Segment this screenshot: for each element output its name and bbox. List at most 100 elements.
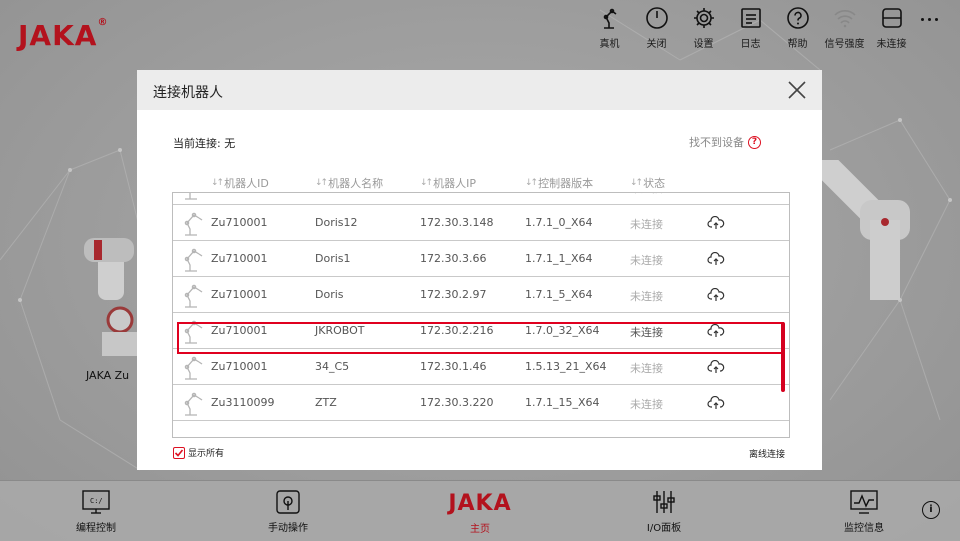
settings-button[interactable]: 设置 — [680, 6, 727, 50]
more-menu-icon[interactable] — [921, 18, 938, 21]
cloud-upload-icon[interactable] — [707, 252, 725, 266]
log-button[interactable]: 日志 — [727, 6, 774, 50]
cell-version: 1.5.13_21_X64 — [525, 360, 607, 373]
jaka-logo: JAKA® — [18, 16, 109, 52]
cell-name: ZTZ — [315, 396, 337, 409]
cell-status: 未连接 — [630, 290, 663, 303]
cell-id: Zu710001 — [211, 252, 268, 265]
robot-arm-icon — [603, 8, 616, 29]
help-icon — [786, 7, 809, 29]
monitor-icon — [850, 490, 878, 514]
robot-image — [84, 238, 138, 356]
table-scrollbar[interactable] — [781, 322, 785, 392]
nav-manual-operation[interactable]: 手动操作 — [258, 481, 318, 541]
nav-monitor-info[interactable]: 监控信息 — [834, 481, 894, 541]
cloud-upload-icon[interactable] — [707, 396, 725, 410]
info-icon[interactable]: i — [922, 501, 940, 519]
cell-version: 1.7.1_0_X64 — [525, 216, 593, 229]
question-icon: ? — [748, 135, 761, 149]
no-device-link[interactable]: 找不到设备 ? — [689, 134, 761, 150]
column-header-status[interactable]: ↓↑ 状态 — [630, 175, 665, 191]
signal-strength-button[interactable]: 信号强度 — [821, 6, 868, 50]
cell-name: Doris12 — [315, 216, 358, 229]
cell-name: Doris1 — [315, 252, 351, 265]
top-toolbar: 真机 关闭 设置 日志 帮助 信号强度 未连接 — [586, 6, 915, 50]
hand-touch-icon — [276, 490, 300, 514]
power-icon — [645, 7, 668, 29]
table-row[interactable]: Zu710001 Doris 172.30.2.97 1.7.1_5_X64 未连接 — [173, 277, 789, 313]
selected-row-highlight — [177, 322, 784, 354]
connect-robot-dialog: 连接机器人 当前连接: 无 找不到设备 ? ↓↑ 机器人ID ↓↑ 机器人名称 ↓↑… — [137, 70, 822, 470]
column-header-id[interactable]: ↓↑ 机器人ID — [211, 175, 269, 191]
sort-icon: ↓↑ — [420, 178, 433, 188]
cell-ip: 172.30.1.46 — [420, 360, 487, 373]
cloud-upload-icon[interactable] — [707, 216, 725, 230]
robot-arm-icon — [184, 212, 203, 236]
cell-name: Doris — [315, 288, 344, 301]
cell-status: 未连接 — [630, 193, 663, 196]
show-all-checkbox[interactable]: 显示所有 — [173, 446, 224, 459]
cell-version: 1.7.1_1_X64 — [525, 252, 593, 265]
help-button[interactable]: 帮助 — [774, 6, 821, 50]
nav-io-panel[interactable]: I/O面板 — [634, 481, 694, 541]
cell-id: Zu3110099 — [211, 396, 275, 409]
nav-program-control[interactable]: C:/ 编程控制 — [66, 481, 126, 541]
cell-id: Zu710001 — [211, 192, 268, 193]
cell-ip: 172.30.0.205 — [420, 192, 493, 193]
cell-version: 1.7.0_46_X64 — [525, 192, 600, 193]
cell-id: Zu710001 — [211, 216, 268, 229]
column-header-ip[interactable]: ↓↑ 机器人IP — [420, 175, 476, 191]
sort-icon: ↓↑ — [525, 178, 538, 188]
disconnected-icon — [881, 8, 902, 28]
cloud-upload-icon[interactable] — [707, 360, 725, 374]
table-row[interactable]: Zu710001 34_C5 172.30.1.46 1.5.13_21_X64 未连接 — [173, 349, 789, 385]
cell-version: 1.7.1_5_X64 — [525, 288, 593, 301]
cell-id: Zu710001 — [211, 288, 268, 301]
robot-mode-button[interactable]: 真机 — [586, 6, 633, 50]
gear-icon — [693, 8, 714, 28]
robot-model-label: JAKA Zu — [86, 369, 130, 382]
column-header-version[interactable]: ↓↑ 控制器版本 — [525, 175, 593, 191]
cell-ip: 172.30.2.97 — [420, 288, 487, 301]
table-row[interactable]: Zu710001 Doris1 172.30.3.66 1.7.1_1_X64 未连接 — [173, 241, 789, 277]
bottom-navigation: C:/ 编程控制 手动操作 JAKA 主页 I/O面板 监控信息 — [0, 480, 960, 541]
table-row[interactable]: Zu710001 Wendy 172.30.0.205 1.7.0_46_X64 未连接 — [173, 192, 789, 205]
robot-arm-icon — [184, 392, 203, 416]
checkbox-checked-icon — [173, 446, 185, 459]
nav-home[interactable]: JAKA 主页 — [440, 481, 520, 541]
dialog-header: 连接机器人 — [137, 70, 822, 110]
cloud-upload-icon[interactable] — [707, 192, 725, 194]
close-icon[interactable] — [788, 81, 806, 99]
log-icon — [740, 8, 761, 28]
robot-arm-icon — [184, 248, 203, 272]
terminal-icon: C:/ — [82, 490, 110, 514]
robot-arm-icon — [184, 356, 203, 380]
cell-name: Wendy — [315, 192, 352, 193]
cell-status: 未连接 — [630, 254, 663, 267]
cell-ip: 172.30.3.66 — [420, 252, 487, 265]
current-connection-value: 无 — [224, 137, 236, 150]
column-header-name[interactable]: ↓↑ 机器人名称 — [315, 175, 383, 191]
shutdown-button[interactable]: 关闭 — [633, 6, 680, 50]
sort-icon: ↓↑ — [630, 178, 643, 188]
cell-status: 未连接 — [630, 398, 663, 411]
connection-status-button[interactable]: 未连接 — [868, 6, 915, 50]
cell-status: 未连接 — [630, 362, 663, 375]
table-row[interactable]: Zu710001 Doris12 172.30.3.148 1.7.1_0_X64 未连… — [173, 205, 789, 241]
robot-table[interactable]: Zu710001 Wendy 172.30.0.205 1.7.0_46_X64 未连接… — [172, 192, 790, 438]
cell-version: 1.7.1_15_X64 — [525, 396, 600, 409]
sliders-icon — [653, 491, 675, 513]
cell-ip: 172.30.3.148 — [420, 216, 494, 229]
robot-arm-icon — [185, 193, 197, 200]
sort-icon: ↓↑ — [211, 178, 224, 188]
cloud-upload-icon[interactable] — [707, 288, 725, 302]
wifi-icon — [833, 10, 856, 28]
robot-table-body: Zu710001 Wendy 172.30.0.205 1.7.0_46_X64 未连接… — [173, 192, 789, 421]
offline-connect-link[interactable]: 离线连接 — [749, 447, 785, 460]
cell-ip: 172.30.3.220 — [420, 396, 494, 409]
sort-icon: ↓↑ — [315, 178, 328, 188]
dialog-title: 连接机器人 — [153, 85, 223, 101]
table-row[interactable]: Zu3110099 ZTZ 172.30.3.220 1.7.1_15_X64 未连接 — [173, 385, 789, 421]
current-connection-label: 当前连接: — [173, 137, 221, 150]
robot-image-right — [820, 160, 910, 300]
